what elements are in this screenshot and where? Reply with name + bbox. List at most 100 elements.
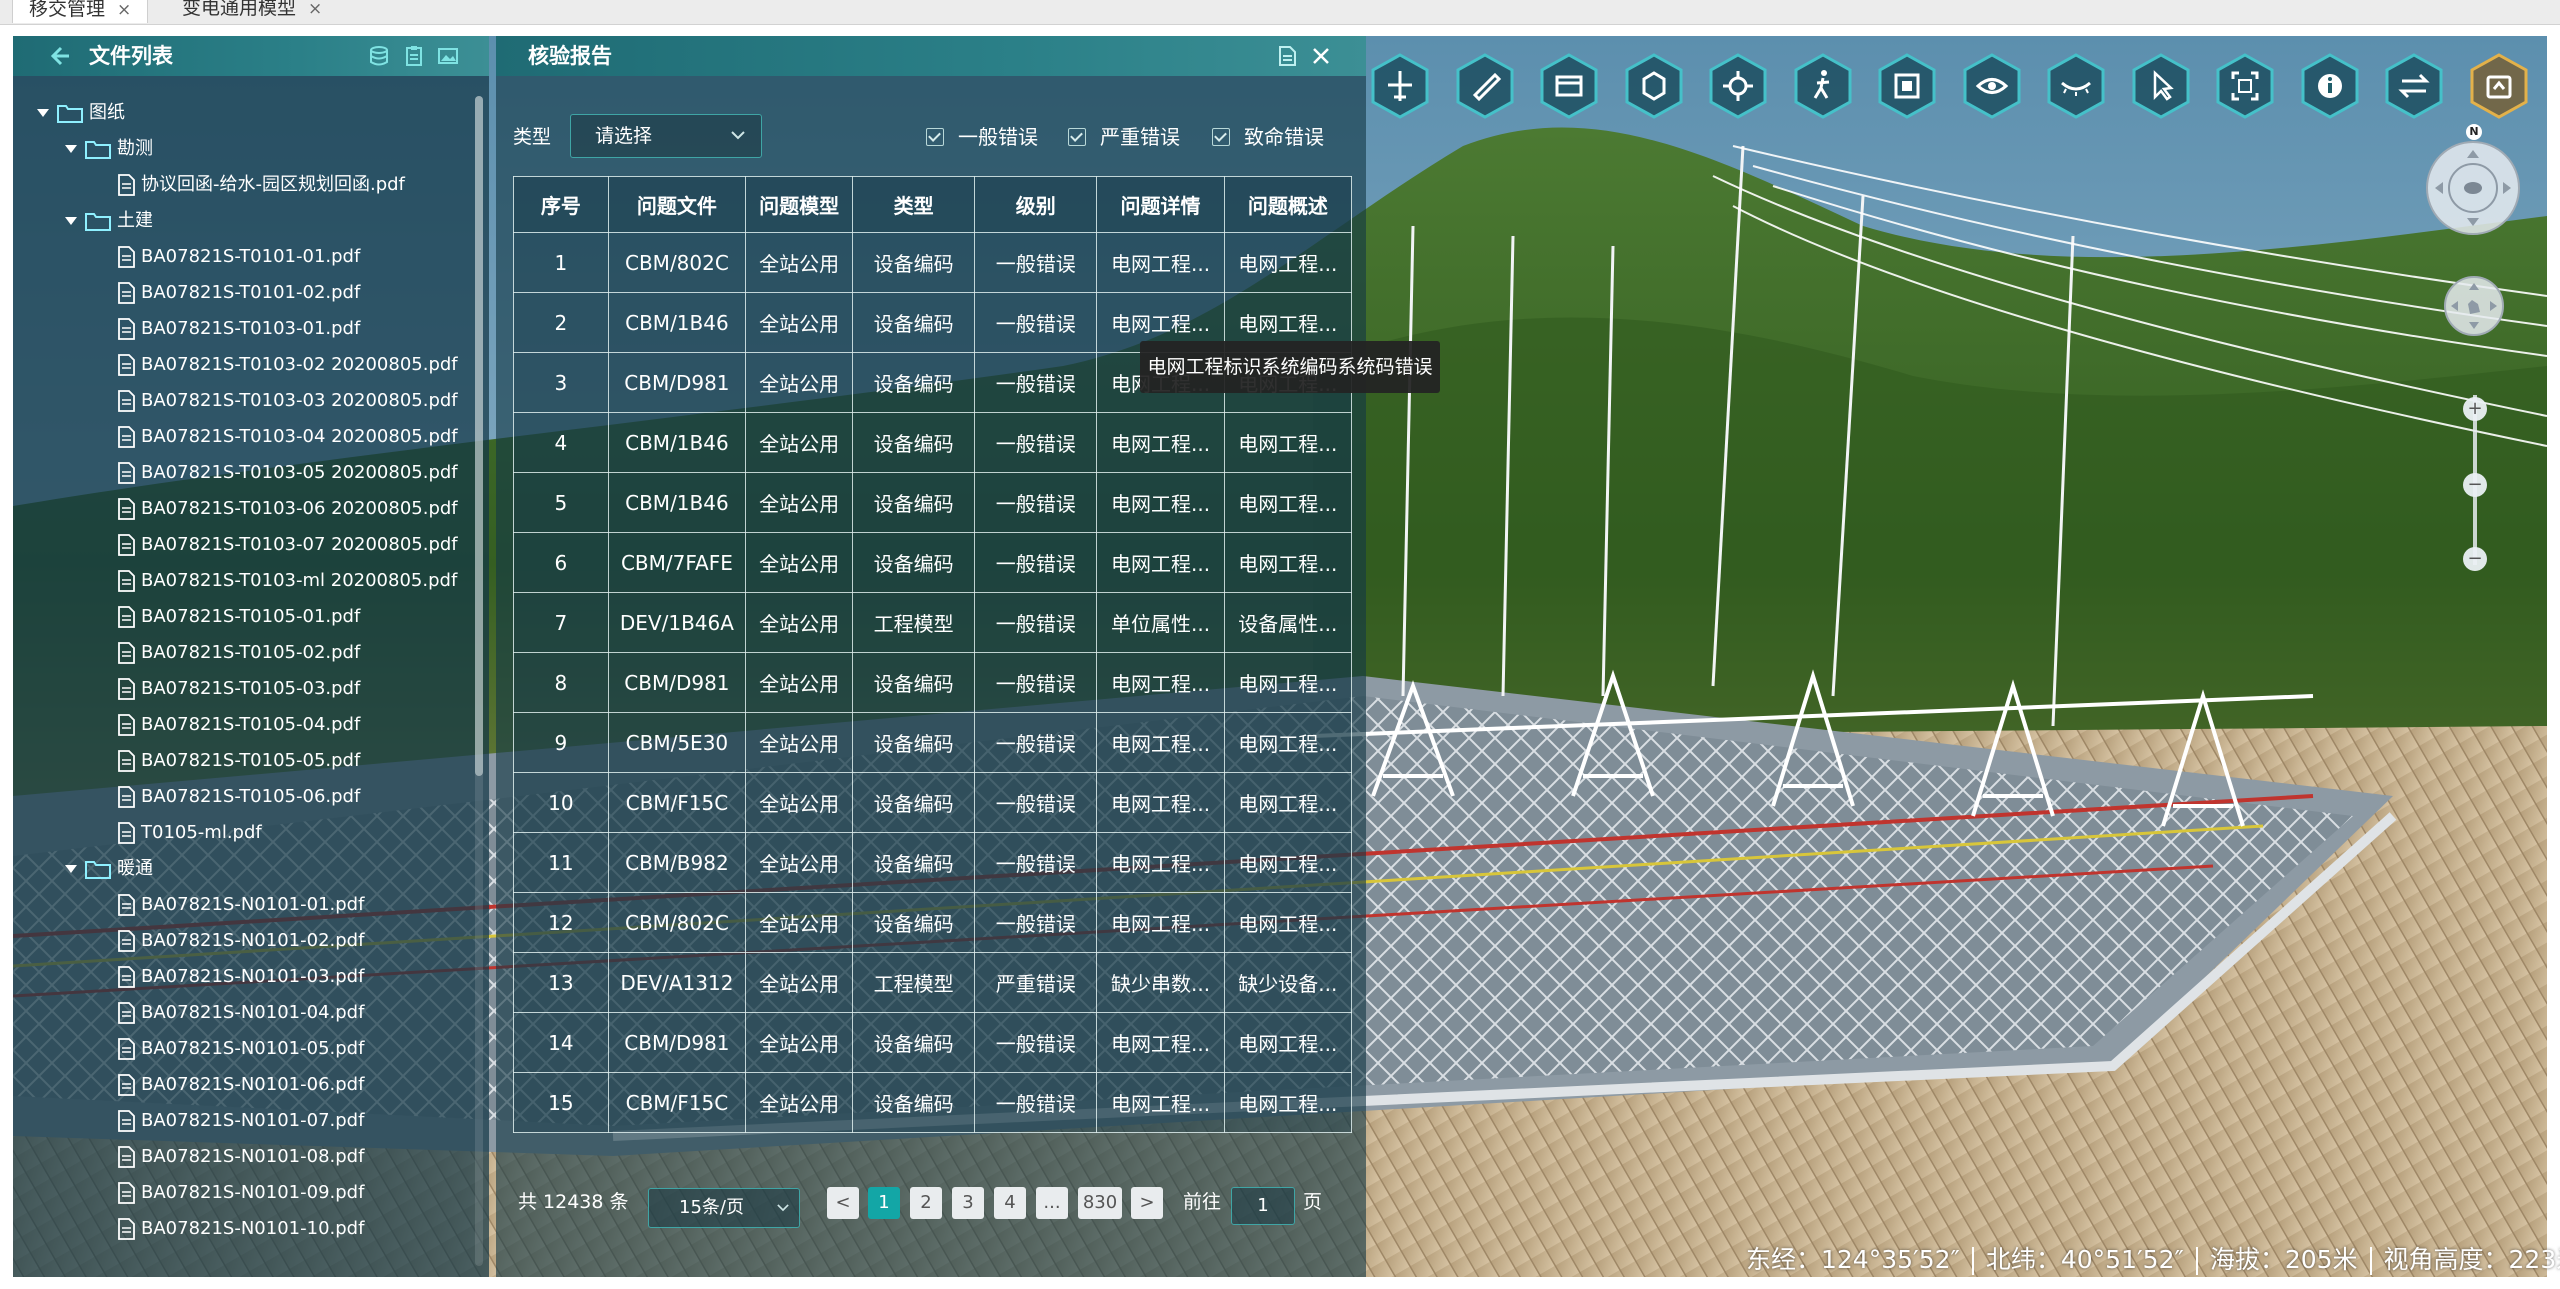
tree-file[interactable]: BA07821S-T0103-03 20200805.pdf bbox=[117, 384, 458, 418]
tree-file[interactable]: BA07821S-T0103-07 20200805.pdf bbox=[117, 528, 458, 562]
report-title: 核验报告 bbox=[528, 44, 612, 68]
tab-transfer-management[interactable]: 移交管理 × bbox=[12, 0, 149, 23]
pan-control[interactable] bbox=[2442, 274, 2506, 338]
page-button-830[interactable]: 830 bbox=[1078, 1187, 1122, 1219]
switch-tool-button[interactable] bbox=[2384, 53, 2444, 119]
tree-file[interactable]: BA07821S-N0101-02.pdf bbox=[117, 924, 364, 958]
tree-file[interactable]: BA07821S-T0103-06 20200805.pdf bbox=[117, 492, 458, 526]
cube-tool-button[interactable] bbox=[1624, 53, 1684, 119]
image-icon[interactable] bbox=[437, 45, 459, 67]
database-icon[interactable] bbox=[368, 45, 390, 67]
page-button-4[interactable]: 4 bbox=[994, 1187, 1026, 1219]
checkbox-box[interactable] bbox=[1068, 127, 1086, 146]
checkbox-fatal-error[interactable]: 致命错误 bbox=[1212, 122, 1324, 152]
tree-file[interactable]: BA07821S-N0101-10.pdf bbox=[117, 1212, 364, 1246]
table-row[interactable]: 14 CBM/D981 全站公用 设备编码 一般错误 电网工程... 电网工程... bbox=[513, 1012, 1353, 1073]
table-row[interactable]: 6 CBM/7FAFE 全站公用 设备编码 一般错误 电网工程... 电网工程... bbox=[513, 532, 1353, 593]
frame-tool-button[interactable] bbox=[2215, 53, 2275, 119]
goto-page-input[interactable]: 1 bbox=[1231, 1187, 1295, 1225]
file-icon bbox=[118, 1218, 135, 1240]
box-clip-tool-button[interactable] bbox=[1877, 53, 1937, 119]
fly-tool-button[interactable] bbox=[1370, 53, 1430, 119]
page-button-1[interactable]: 1 bbox=[868, 1187, 900, 1219]
zoom-out-button[interactable]: − bbox=[2463, 547, 2487, 571]
tree-file[interactable]: T0105-ml.pdf bbox=[117, 816, 262, 850]
show-tool-button[interactable] bbox=[1962, 53, 2022, 119]
zoom-in-button[interactable]: + bbox=[2463, 397, 2487, 421]
tree-file[interactable]: BA07821S-N0101-09.pdf bbox=[117, 1176, 364, 1210]
settings-tool-button[interactable] bbox=[2469, 53, 2529, 119]
next-page-button[interactable]: > bbox=[1131, 1187, 1163, 1219]
tree-file[interactable]: BA07821S-T0103-01.pdf bbox=[117, 312, 360, 346]
checkbox-box[interactable] bbox=[926, 127, 944, 146]
tree-file[interactable]: BA07821S-N0101-07.pdf bbox=[117, 1104, 364, 1138]
table-row[interactable]: 13 DEV/A1312 全站公用 工程模型 严重错误 缺少串数... 缺少设备... bbox=[513, 952, 1353, 1013]
tree-file[interactable]: 协议回函-给水-园区规划回函.pdf bbox=[117, 168, 405, 202]
table-row[interactable]: 5 CBM/1B46 全站公用 设备编码 一般错误 电网工程... 电网工程... bbox=[513, 472, 1353, 533]
tree-file[interactable]: BA07821S-T0105-01.pdf bbox=[117, 600, 360, 634]
tree-file[interactable]: BA07821S-T0105-03.pdf bbox=[117, 672, 360, 706]
hide-tool-button[interactable] bbox=[2046, 53, 2106, 119]
table-row[interactable]: 11 CBM/B982 全站公用 设备编码 一般错误 电网工程... 电网工程... bbox=[513, 832, 1353, 893]
table-row[interactable]: 4 CBM/1B46 全站公用 设备编码 一般错误 电网工程... 电网工程... bbox=[513, 412, 1353, 473]
section-tool-button[interactable] bbox=[1539, 53, 1599, 119]
tree-folder[interactable]: 暖通 bbox=[65, 852, 153, 886]
tree-file[interactable]: BA07821S-N0101-06.pdf bbox=[117, 1068, 364, 1102]
prev-page-button[interactable]: < bbox=[827, 1187, 859, 1219]
tree-file[interactable]: BA07821S-N0101-08.pdf bbox=[117, 1140, 364, 1174]
info-tool-button[interactable] bbox=[2300, 53, 2360, 119]
walk-tool-button[interactable] bbox=[1793, 53, 1853, 119]
col-type-cell: 设备编码 bbox=[852, 472, 976, 533]
table-row[interactable]: 15 CBM/F15C 全站公用 设备编码 一般错误 电网工程... 电网工程... bbox=[513, 1072, 1353, 1133]
page-size-select[interactable]: 15条/页 bbox=[648, 1188, 800, 1228]
tree-file[interactable]: BA07821S-N0101-05.pdf bbox=[117, 1032, 364, 1066]
tab-close-icon[interactable]: × bbox=[117, 0, 131, 20]
document-icon[interactable] bbox=[1276, 45, 1298, 67]
type-select[interactable]: 请选择 bbox=[570, 114, 762, 158]
tree-file[interactable]: BA07821S-T0105-04.pdf bbox=[117, 708, 360, 742]
tree-file[interactable]: BA07821S-T0103-05 20200805.pdf bbox=[117, 456, 458, 490]
tree-file[interactable]: BA07821S-T0103-02 20200805.pdf bbox=[117, 348, 458, 382]
table-row[interactable]: 7 DEV/1B46A 全站公用 工程模型 一般错误 单位属性... 设备属性... bbox=[513, 592, 1353, 653]
tree-folder[interactable]: 图纸 bbox=[37, 96, 125, 130]
tree-folder[interactable]: 土建 bbox=[65, 204, 153, 238]
table-row[interactable]: 10 CBM/F15C 全站公用 设备编码 一般错误 电网工程... 电网工程... bbox=[513, 772, 1353, 833]
tab-substation-model[interactable]: 变电通用模型 × bbox=[166, 0, 338, 22]
table-row[interactable]: 8 CBM/D981 全站公用 设备编码 一般错误 电网工程... 电网工程... bbox=[513, 652, 1353, 713]
tree-file[interactable]: BA07821S-T0101-01.pdf bbox=[117, 240, 360, 274]
back-arrow-icon[interactable] bbox=[49, 45, 71, 67]
table-row[interactable]: 1 CBM/802C 全站公用 设备编码 一般错误 电网工程... 电网工程... bbox=[513, 232, 1353, 293]
tree-file[interactable]: BA07821S-T0101-02.pdf bbox=[117, 276, 360, 310]
locate-tool-button[interactable] bbox=[1708, 53, 1768, 119]
clipboard-icon[interactable] bbox=[403, 45, 425, 67]
tree-file[interactable]: BA07821S-T0105-05.pdf bbox=[117, 744, 360, 778]
table-row[interactable]: 9 CBM/5E30 全站公用 设备编码 一般错误 电网工程... 电网工程... bbox=[513, 712, 1353, 773]
tree-file[interactable]: BA07821S-N0101-03.pdf bbox=[117, 960, 364, 994]
checkbox-general-error[interactable]: 一般错误 bbox=[926, 122, 1038, 152]
expand-caret-icon[interactable] bbox=[37, 109, 49, 117]
close-icon[interactable] bbox=[1310, 45, 1332, 67]
checkbox-box[interactable] bbox=[1212, 127, 1230, 146]
tree-file[interactable]: BA07821S-N0101-04.pdf bbox=[117, 996, 364, 1030]
tree-file[interactable]: BA07821S-T0105-02.pdf bbox=[117, 636, 360, 670]
tree-file[interactable]: BA07821S-T0103-ml 20200805.pdf bbox=[117, 564, 457, 598]
navigation-compass[interactable] bbox=[2418, 128, 2528, 238]
tree-scrollbar-thumb[interactable] bbox=[475, 96, 483, 776]
checkbox-serious-error[interactable]: 严重错误 bbox=[1068, 122, 1180, 152]
measure-ruler-tool-button[interactable] bbox=[1455, 53, 1515, 119]
zoom-slider-handle[interactable]: − bbox=[2463, 473, 2487, 497]
select-pointer-tool-button[interactable] bbox=[2131, 53, 2191, 119]
table-row[interactable]: 12 CBM/802C 全站公用 设备编码 一般错误 电网工程... 电网工程... bbox=[513, 892, 1353, 953]
col-issue-file-cell: CBM/D981 bbox=[607, 352, 747, 413]
tree-file[interactable]: BA07821S-T0103-04 20200805.pdf bbox=[117, 420, 458, 454]
tree-file[interactable]: BA07821S-T0105-06.pdf bbox=[117, 780, 360, 814]
tree-folder[interactable]: 勘测 bbox=[65, 132, 153, 166]
expand-caret-icon[interactable] bbox=[65, 865, 77, 873]
page-button-2[interactable]: 2 bbox=[910, 1187, 942, 1219]
expand-caret-icon[interactable] bbox=[65, 217, 77, 225]
tree-file[interactable]: BA07821S-N0101-01.pdf bbox=[117, 888, 364, 922]
expand-caret-icon[interactable] bbox=[65, 145, 77, 153]
page-ellipsis-button[interactable]: ... bbox=[1036, 1187, 1068, 1219]
page-button-3[interactable]: 3 bbox=[952, 1187, 984, 1219]
tab-close-icon[interactable]: × bbox=[308, 0, 322, 19]
